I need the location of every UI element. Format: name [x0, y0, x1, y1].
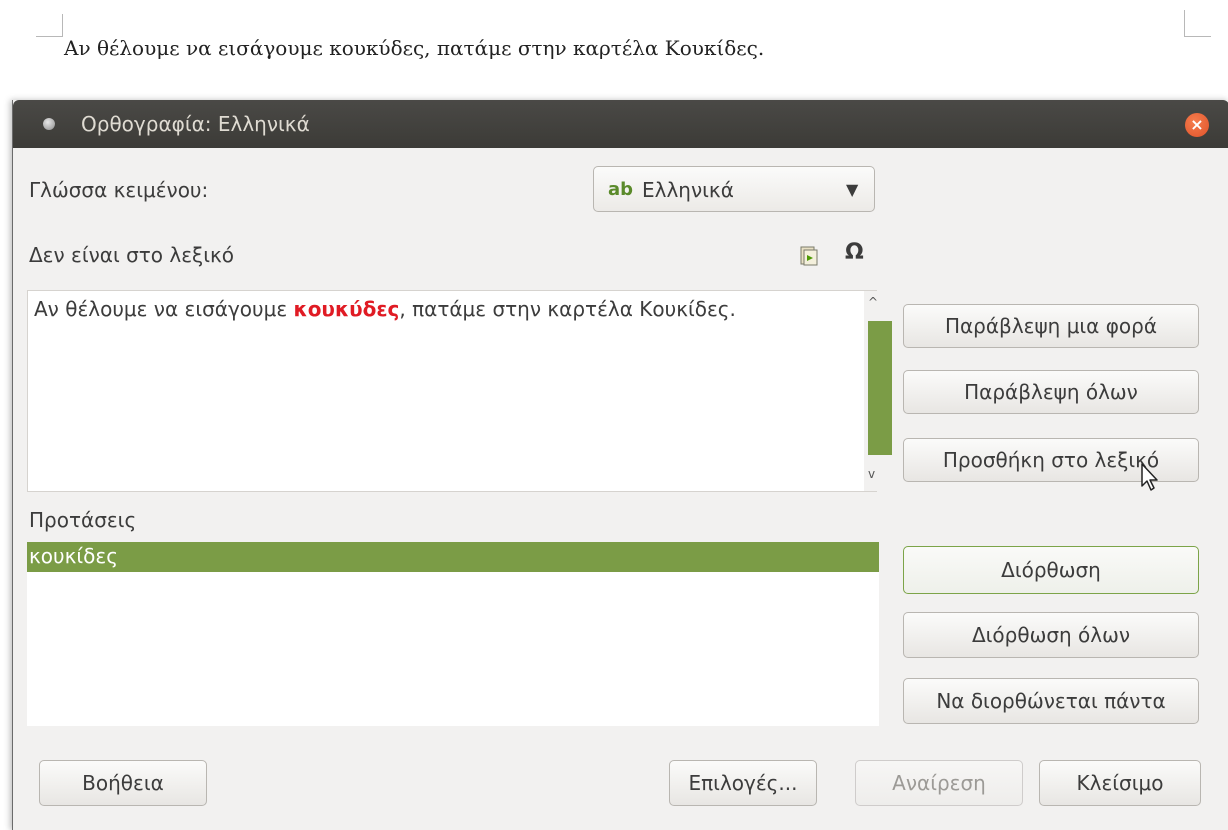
spelling-dialog: Ορθογραφία: Ελληνικά × Γλώσσα κειμένου: … — [12, 100, 1228, 830]
help-button[interactable]: Βοήθεια — [39, 760, 207, 806]
misspelled-word: κουκύδες — [293, 297, 400, 321]
scroll-down-icon[interactable]: v — [868, 467, 875, 481]
page-corner-marker-right — [1184, 10, 1211, 37]
close-button[interactable]: Κλείσιμο — [1039, 760, 1201, 806]
window-menu-icon[interactable] — [43, 118, 55, 130]
sentence-text: Αν θέλουμε να εισάγουμε κουκύδες, πατάμε… — [34, 297, 834, 321]
language-select-value: Ελληνικά — [642, 178, 734, 202]
dialog-titlebar[interactable]: Ορθογραφία: Ελληνικά × — [13, 100, 1228, 148]
chevron-down-icon: ▼ — [846, 180, 859, 199]
correct-button[interactable]: Διόρθωση — [903, 546, 1199, 594]
ignore-all-button[interactable]: Παράβλεψη όλων — [903, 370, 1199, 414]
sentence-after: , πατάμε στην καρτέλα Κουκίδες. — [399, 297, 736, 321]
undo-document-icon[interactable] — [799, 246, 819, 266]
sentence-before: Αν θέλουμε να εισάγουμε — [34, 297, 294, 321]
suggestion-item-selected[interactable]: κουκίδες — [27, 542, 879, 572]
always-correct-button[interactable]: Να διορθώνεται πάντα — [903, 678, 1199, 724]
text-language-label: Γλώσσα κειμένου: — [29, 178, 209, 202]
page-corner-marker-left — [36, 14, 63, 37]
special-character-icon[interactable]: Ω — [845, 240, 864, 265]
ignore-once-button[interactable]: Παράβλεψη μια φορά — [903, 304, 1199, 348]
undo-button[interactable]: Αναίρεση — [855, 760, 1023, 806]
document-text[interactable]: Αν θέλουμε να εισάγουμε κουκύδες, πατάμε… — [64, 36, 764, 60]
scrollbar-thumb[interactable] — [868, 321, 892, 455]
not-in-dictionary-label: Δεν είναι στο λεξικό — [29, 243, 234, 267]
document-area: Αν θέλουμε να εισάγουμε κουκύδες, πατάμε… — [0, 0, 1228, 100]
spellcheck-ab-icon: ab — [608, 179, 634, 200]
language-select[interactable]: ab Ελληνικά ▼ — [593, 166, 875, 212]
suggestions-list[interactable]: κουκίδες — [27, 542, 879, 726]
sentence-textbox[interactable]: Αν θέλουμε να εισάγουμε κουκύδες, πατάμε… — [27, 290, 892, 492]
correct-all-button[interactable]: Διόρθωση όλων — [903, 612, 1199, 658]
suggestions-label: Προτάσεις — [29, 508, 137, 532]
suggestion-text: κουκίδες — [29, 544, 118, 568]
dialog-title: Ορθογραφία: Ελληνικά — [81, 112, 310, 136]
options-button[interactable]: Επιλογές... — [669, 760, 817, 806]
scroll-up-icon[interactable]: ^ — [868, 295, 878, 309]
mouse-pointer-icon — [1141, 463, 1158, 491]
close-window-icon[interactable]: × — [1185, 113, 1209, 137]
